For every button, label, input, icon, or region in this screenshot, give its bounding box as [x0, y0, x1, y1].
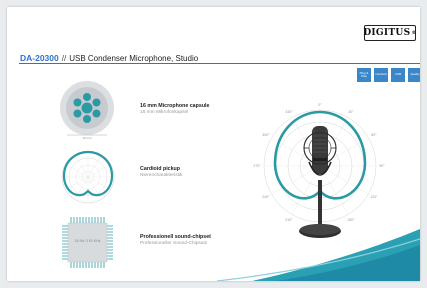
product-sheet: DIGITUS ® DA-20300//USB Condenser Microph… [7, 7, 420, 281]
decorative-swoosh [216, 229, 420, 281]
